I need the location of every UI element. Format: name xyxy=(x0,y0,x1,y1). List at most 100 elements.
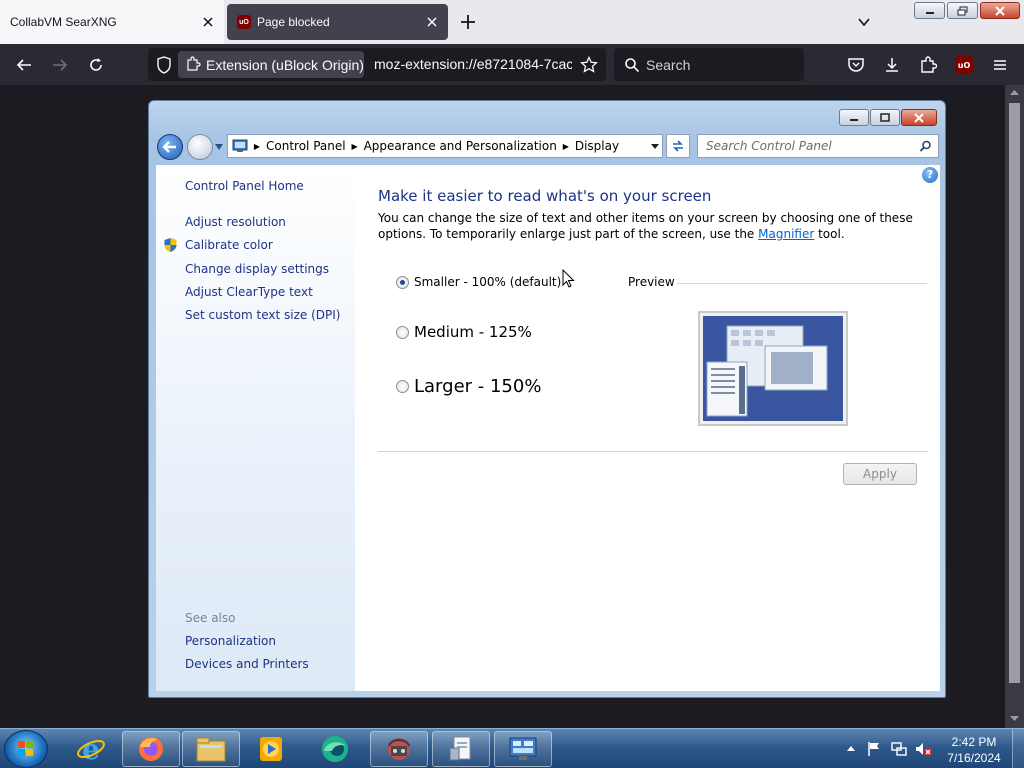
mouse-cursor-icon xyxy=(562,269,575,288)
extensions-icon[interactable] xyxy=(919,56,937,74)
option-smaller[interactable]: Smaller - 100% (default) xyxy=(396,275,561,289)
internet-explorer-icon: e xyxy=(77,734,105,764)
scrollbar-thumb[interactable] xyxy=(1009,103,1020,683)
personalization-link[interactable]: Personalization xyxy=(185,634,276,648)
ublock-origin-icon[interactable]: uO xyxy=(955,56,973,74)
tab-collabvm-searxng[interactable]: CollabVM SearXNG xyxy=(0,0,224,44)
close-tab-icon[interactable] xyxy=(200,14,216,30)
file-explorer-icon xyxy=(196,737,226,762)
devices-and-printers-link[interactable]: Devices and Printers xyxy=(185,657,309,671)
adjust-resolution-link[interactable]: Adjust resolution xyxy=(185,215,286,229)
calibrate-color-link[interactable]: Calibrate color xyxy=(185,238,273,252)
pocket-icon[interactable] xyxy=(847,56,865,74)
page-description: You can change the size of text and othe… xyxy=(378,210,923,242)
breadcrumb-separator[interactable]: ▶ xyxy=(561,142,571,151)
help-icon[interactable]: ? xyxy=(922,167,938,183)
taskbar-internet-explorer[interactable]: e xyxy=(62,731,120,767)
tab-page-blocked[interactable]: uO Page blocked xyxy=(227,4,448,40)
breadcrumb-separator[interactable]: ▶ xyxy=(350,142,360,151)
magnifier-link[interactable]: Magnifier xyxy=(758,227,814,241)
edge-like-icon xyxy=(322,736,348,762)
taskbar: e 2:42 PM 7/16/2024 xyxy=(0,728,1024,768)
svg-text:e: e xyxy=(82,734,100,764)
show-hidden-icons-icon[interactable] xyxy=(846,744,856,752)
breadcrumb-control-panel[interactable]: Control Panel xyxy=(266,139,346,153)
page-scrollbar[interactable] xyxy=(1005,85,1024,728)
taskbar-firefox[interactable] xyxy=(122,731,180,767)
option-medium[interactable]: Medium - 125% xyxy=(396,323,532,341)
cp-minimize-button[interactable] xyxy=(839,109,869,126)
option-larger[interactable]: Larger - 150% xyxy=(396,376,541,397)
scroll-down-icon[interactable] xyxy=(1010,715,1019,722)
change-display-settings-link[interactable]: Change display settings xyxy=(185,262,329,276)
show-desktop-button[interactable] xyxy=(1012,729,1024,768)
breadcrumb-separator[interactable]: ▶ xyxy=(252,142,262,151)
control-panel-home-link[interactable]: Control Panel Home xyxy=(185,179,304,193)
radio-button[interactable] xyxy=(396,325,409,339)
radio-button[interactable] xyxy=(396,380,409,393)
cp-content-pane: ? Make it easier to read what's on your … xyxy=(355,165,940,691)
close-tab-icon[interactable] xyxy=(424,14,440,30)
cp-close-button[interactable] xyxy=(901,109,937,126)
list-all-tabs-icon[interactable] xyxy=(856,14,872,30)
network-status-icon[interactable] xyxy=(890,740,908,758)
taskbar-file-explorer[interactable] xyxy=(182,731,240,767)
url-bar[interactable]: Extension (uBlock Origin) moz-extension:… xyxy=(148,48,606,81)
cp-maximize-button[interactable] xyxy=(870,109,900,126)
network-icon xyxy=(388,738,410,760)
option-label[interactable]: Smaller - 100% (default) xyxy=(414,275,561,289)
breadcrumb-display[interactable]: Display xyxy=(575,139,619,153)
back-arrow-icon[interactable] xyxy=(15,56,33,74)
url-text[interactable]: moz-extension://e8721084-7cac xyxy=(374,56,572,74)
forward-arrow-icon[interactable] xyxy=(51,56,69,74)
extension-identity-box[interactable]: Extension (uBlock Origin) xyxy=(178,51,364,78)
taskbar-browser-app[interactable] xyxy=(306,731,364,767)
taskbar-clock[interactable]: 2:42 PM 7/16/2024 xyxy=(944,734,1004,766)
app-menu-icon[interactable] xyxy=(991,56,1009,74)
cp-search-placeholder: Search Control Panel xyxy=(706,139,832,153)
restore-button[interactable] xyxy=(947,2,978,19)
chevron-down-icon[interactable] xyxy=(650,141,660,151)
volume-muted-icon[interactable] xyxy=(914,740,932,758)
clock-time: 2:42 PM xyxy=(951,735,997,749)
adjust-cleartype-link[interactable]: Adjust ClearType text xyxy=(185,285,313,299)
downloads-icon[interactable] xyxy=(883,56,901,74)
apply-button[interactable]: Apply xyxy=(843,463,917,485)
taskbar-network-app[interactable] xyxy=(370,731,428,767)
set-custom-text-size-link[interactable]: Set custom text size (DPI) xyxy=(185,308,340,322)
preview-divider xyxy=(677,283,927,284)
windows-logo-icon xyxy=(18,741,33,756)
option-label[interactable]: Larger - 150% xyxy=(414,376,541,397)
radio-button[interactable] xyxy=(396,275,409,289)
shield-icon[interactable] xyxy=(156,56,172,74)
cp-forward-button[interactable] xyxy=(187,134,213,160)
start-button[interactable] xyxy=(4,730,48,768)
taskbar-media-player[interactable] xyxy=(242,731,300,767)
ublock-favicon-icon: uO xyxy=(237,15,251,29)
cp-address-bar[interactable]: ▶ Control Panel ▶ Appearance and Persona… xyxy=(227,134,663,158)
search-icon[interactable] xyxy=(919,140,932,153)
desktop-preview-icon xyxy=(703,316,843,421)
reload-icon[interactable] xyxy=(87,56,105,74)
content-divider xyxy=(378,451,928,452)
close-window-button[interactable] xyxy=(980,2,1020,19)
bookmark-star-icon[interactable] xyxy=(580,56,598,74)
control-panel-window: ▶ Control Panel ▶ Appearance and Persona… xyxy=(148,100,946,698)
puzzle-piece-icon xyxy=(187,56,201,71)
taskbar-control-panel[interactable] xyxy=(494,731,552,767)
scroll-up-icon[interactable] xyxy=(1010,89,1019,96)
taskbar-document[interactable] xyxy=(432,731,490,767)
new-tab-icon[interactable] xyxy=(458,12,478,32)
back-arrow-icon xyxy=(162,141,176,153)
option-label[interactable]: Medium - 125% xyxy=(414,323,532,341)
cp-back-button[interactable] xyxy=(157,134,183,160)
cp-search-input[interactable]: Search Control Panel xyxy=(697,134,939,158)
close-icon xyxy=(995,5,1005,16)
minimize-button[interactable] xyxy=(914,2,945,19)
cp-refresh-button[interactable] xyxy=(666,134,690,158)
breadcrumb-appearance[interactable]: Appearance and Personalization xyxy=(364,139,557,153)
action-center-flag-icon[interactable] xyxy=(866,741,882,757)
search-bar[interactable]: Search xyxy=(614,48,804,81)
recent-pages-icon[interactable] xyxy=(215,144,223,150)
firefox-icon xyxy=(139,737,163,761)
